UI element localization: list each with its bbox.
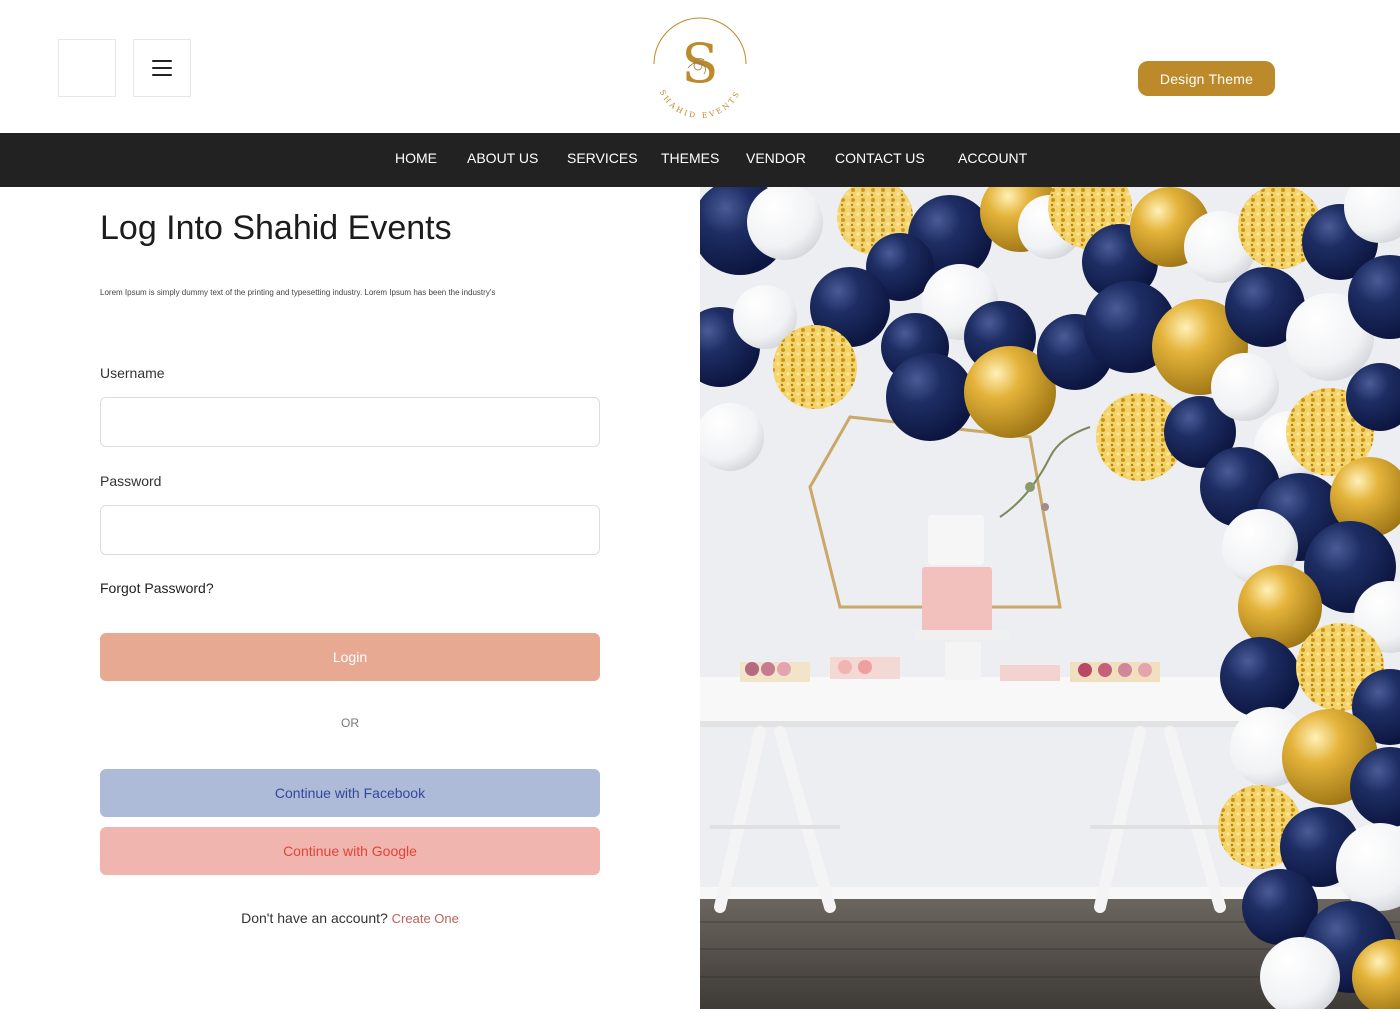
menu-button[interactable]	[133, 39, 191, 97]
no-account-text: Don't have an account?	[241, 910, 388, 926]
page-subtitle: Lorem Ipsum is simply dummy text of the …	[100, 288, 496, 297]
page-title: Log Into Shahid Events	[100, 209, 452, 247]
nav-item-vendor[interactable]: VENDOR	[746, 133, 806, 187]
continue-with-google-button[interactable]: Continue with Google	[100, 827, 600, 875]
nav-item-themes[interactable]: THEMES	[661, 133, 719, 187]
blank-header-box[interactable]	[58, 39, 116, 97]
nav-item-home[interactable]: HOME	[395, 133, 437, 187]
shahid-events-logo[interactable]: S SHAHID EVENTS	[648, 8, 752, 118]
username-label: Username	[100, 365, 165, 381]
password-input[interactable]	[100, 505, 600, 555]
nav-item-services[interactable]: SERVICES	[567, 133, 638, 187]
login-button[interactable]: Login	[100, 633, 600, 681]
password-label: Password	[100, 473, 162, 489]
nav-item-contact-us[interactable]: CONTACT US	[835, 133, 925, 187]
balloon-arch-image	[700, 187, 1400, 1009]
design-theme-button[interactable]: Design Theme	[1138, 61, 1275, 96]
nav-item-about-us[interactable]: ABOUT US	[467, 133, 538, 187]
continue-with-facebook-button[interactable]: Continue with Facebook	[100, 769, 600, 817]
username-input[interactable]	[100, 397, 600, 447]
site-header: S SHAHID EVENTS Design Theme	[0, 0, 1400, 133]
forgot-password-link[interactable]: Forgot Password?	[100, 580, 214, 596]
signup-prompt: Don't have an account? Create One	[0, 910, 700, 926]
event-decoration-photo	[700, 187, 1400, 1009]
hamburger-menu-icon	[152, 60, 172, 76]
or-divider: OR	[341, 716, 359, 730]
create-account-link[interactable]: Create One	[392, 911, 459, 926]
nav-item-account[interactable]: ACCOUNT	[958, 133, 1027, 187]
main-nav: HOME ABOUT US SERVICES THEMES VENDOR CON…	[0, 133, 1400, 187]
